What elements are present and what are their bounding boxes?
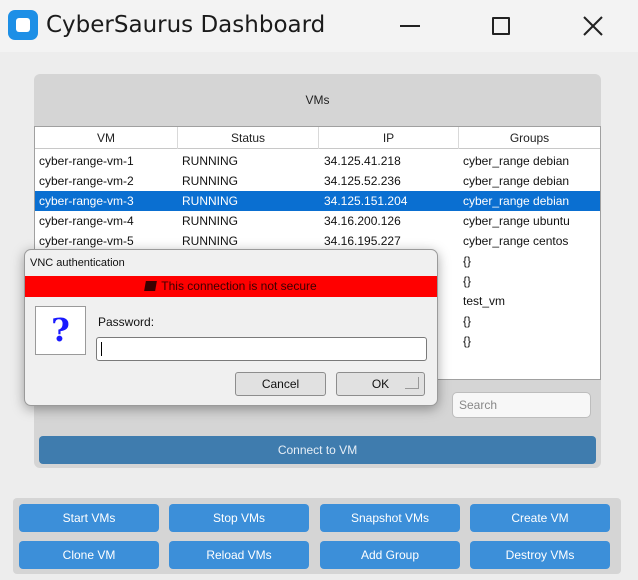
column-header-status[interactable]: Status [178,127,319,149]
cell-ip: 34.16.200.126 [324,214,401,228]
connect-to-vm-button[interactable]: Connect to VM [39,436,596,464]
cell-groups: cyber_range ubuntu [463,214,570,228]
snapshot-vms-button[interactable]: Snapshot VMs [320,504,460,532]
create-vm-button[interactable]: Create VM [470,504,610,532]
stop-vms-button[interactable]: Stop VMs [169,504,309,532]
close-button[interactable] [570,6,616,46]
title-bar: CyberSaurus Dashboard [0,0,638,52]
reload-vms-button[interactable]: Reload VMs [169,541,309,569]
clone-vm-button[interactable]: Clone VM [19,541,159,569]
question-icon: ? [35,306,86,355]
table-row[interactable]: cyber-range-vm-4 RUNNING 34.16.200.126 cybe… [35,211,600,231]
dialog-title: VNC authentication [30,257,125,269]
table-row[interactable]: cyber-range-vm-5 RUNNING 34.16.195.227 cybe… [35,231,600,251]
ok-button-label: OK [371,377,390,391]
vm-table-header: VM Status IP Groups [35,127,600,149]
search-input[interactable]: Search [452,392,591,418]
table-row[interactable]: cyber-range-vm-3 RUNNING 34.125.151.204 cyb… [35,191,600,211]
cell-status: RUNNING [182,214,238,228]
cell-status: RUNNING [182,174,238,188]
cell-groups: test_vm [463,294,506,308]
cell-groups: {} [463,334,472,348]
cell-groups: cyber_range centos [463,234,569,248]
start-vms-button[interactable]: Start VMs [19,504,159,532]
insecure-connection-banner: This connection is not secure [25,276,437,297]
add-group-button[interactable]: Add Group [320,541,460,569]
password-label: Password: [98,315,155,329]
table-row[interactable]: cyber-range-vm-1 RUNNING 34.125.41.218 cybe… [35,151,600,171]
cell-ip: 34.125.41.218 [324,154,401,168]
enter-key-icon [405,377,419,389]
column-header-vm[interactable]: VM [35,127,178,149]
cell-status: RUNNING [182,234,238,248]
destroy-vms-button[interactable]: Destroy VMs [470,541,610,569]
column-header-groups[interactable]: Groups [459,127,600,149]
cell-ip: 34.125.151.204 [324,194,408,208]
ok-button[interactable]: OK [336,372,425,396]
cell-groups: {} [463,274,472,288]
cell-ip: 34.125.52.236 [324,174,401,188]
dialog-body: ? Password: Cancel OK [25,297,437,405]
cell-vm: cyber-range-vm-1 [39,154,134,168]
cell-vm: cyber-range-vm-2 [39,174,134,188]
close-icon [583,16,603,36]
minimize-button[interactable] [387,6,433,46]
cell-status: RUNNING [182,154,238,168]
broken-lock-icon [144,281,158,291]
password-field[interactable] [96,337,427,361]
text-caret [101,342,102,356]
app-icon [8,10,38,40]
cell-groups: cyber_range debian [463,194,570,208]
maximize-button[interactable] [478,6,524,46]
cell-groups: cyber_range debian [463,174,570,188]
cell-ip: 34.16.195.227 [324,234,401,248]
cell-status: RUNNING [182,194,238,208]
cell-vm: cyber-range-vm-4 [39,214,134,228]
cell-groups: cyber_range debian [463,154,570,168]
table-row[interactable]: cyber-range-vm-2 RUNNING 34.125.52.236 cybe… [35,171,600,191]
cancel-button[interactable]: Cancel [235,372,326,396]
column-header-ip[interactable]: IP [319,127,459,149]
vnc-auth-dialog: VNC authentication This connection is no… [24,249,438,406]
vms-panel-label: VMs [305,93,330,107]
actions-panel: Start VMs Stop VMs Snapshot VMs Create V… [13,498,621,574]
cell-vm: cyber-range-vm-3 [39,194,134,208]
maximize-icon [492,17,510,35]
cell-groups: {} [463,314,472,328]
cell-vm: cyber-range-vm-5 [39,234,134,248]
window-title: CyberSaurus Dashboard [46,12,326,38]
insecure-connection-text: This connection is not secure [161,279,317,293]
minimize-icon [400,25,420,27]
cell-groups: {} [463,254,472,268]
